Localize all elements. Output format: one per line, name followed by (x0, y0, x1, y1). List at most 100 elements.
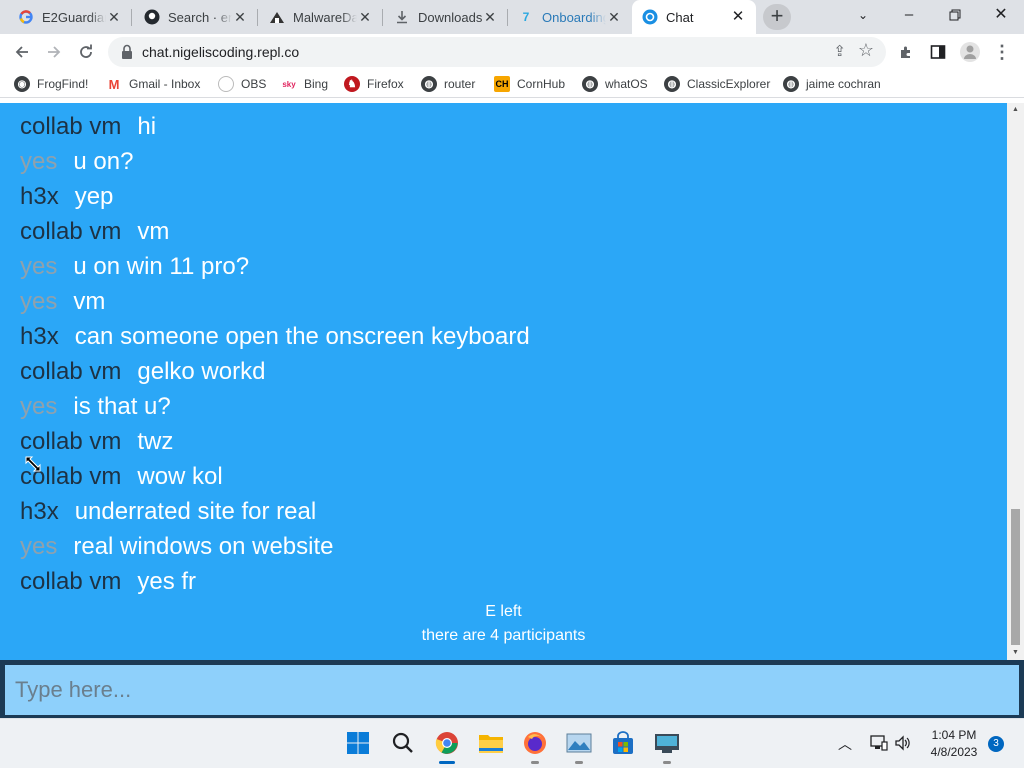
remote-desktop-icon[interactable] (652, 728, 682, 764)
chrome-icon[interactable] (432, 728, 462, 764)
message-text: vm (137, 218, 170, 245)
page-scrollbar[interactable]: ▲ ▼ (1007, 103, 1024, 660)
close-icon[interactable]: ✕ (730, 9, 746, 25)
firefox-icon[interactable] (520, 728, 550, 764)
forward-icon[interactable] (40, 38, 68, 66)
chat-message: h3x yep (20, 179, 113, 214)
file-explorer-icon[interactable] (476, 728, 506, 758)
message-text: vm (73, 288, 106, 315)
star-icon[interactable]: ☆ (858, 40, 874, 61)
tab-title: MalwareDa (293, 9, 357, 25)
restore-icon[interactable] (932, 0, 978, 32)
scroll-up-icon[interactable]: ▲ (1007, 103, 1024, 117)
tab-strip: E2Guardian ✕ Search · enc ✕ MalwareDa ✕ … (0, 0, 1024, 34)
message-username: yes (20, 533, 58, 560)
close-icon[interactable]: ✕ (232, 9, 248, 25)
close-window-icon[interactable]: ✕ (978, 0, 1024, 32)
new-tab-button[interactable]: + (763, 4, 791, 30)
message-username: h3x (20, 498, 59, 525)
menu-icon[interactable]: ⋮ (988, 38, 1016, 66)
message-text: u on win 11 pro? (73, 253, 250, 280)
bookmark-obs[interactable]: OBS (218, 75, 266, 93)
tab-title: Downloads (418, 9, 483, 25)
message-username: collab vm (20, 113, 122, 140)
bookmark-label: FrogFind! (37, 77, 89, 91)
bookmark-frogfind[interactable]: ◉ FrogFind! (14, 75, 88, 93)
message-text: yep (74, 183, 114, 210)
profile-avatar[interactable] (956, 38, 984, 66)
chat-icon (642, 9, 658, 25)
bookmark-label: router (444, 77, 476, 91)
bookmark-classicexplorer[interactable]: ◍ ClassicExplorer (664, 75, 770, 93)
bookmark-bing[interactable]: sky Bing (281, 75, 328, 93)
chevron-up-icon[interactable]: ︿ (838, 734, 852, 754)
message-username: yes (20, 288, 58, 315)
tab-e2guardian[interactable]: E2Guardian ✕ (8, 0, 132, 34)
active-indicator (439, 761, 455, 764)
bookmark-jaime-cochran[interactable]: ◍ jaime cochran (783, 75, 881, 93)
system-clock[interactable]: 1:04 PM 4/8/2023 (916, 727, 992, 761)
tab-chat[interactable]: Chat ✕ (632, 0, 756, 34)
message-username: h3x (20, 323, 59, 350)
message-text: gelko workd (137, 358, 266, 385)
close-icon[interactable]: ✕ (106, 9, 122, 25)
minimize-icon[interactable]: – (886, 0, 932, 32)
github-icon (144, 9, 160, 25)
search-icon[interactable] (388, 728, 418, 758)
message-text: wow kol (137, 463, 223, 490)
system-message: E left (485, 603, 522, 620)
scroll-down-icon[interactable]: ▼ (1007, 646, 1024, 660)
chat-message: collab vm wow kol (20, 459, 223, 494)
chat-message: collab vm twz (20, 424, 173, 459)
volume-icon[interactable] (894, 735, 912, 756)
tab-title: Search · enc (168, 9, 232, 25)
share-icon[interactable]: ⇪ (833, 42, 846, 60)
bookmark-gmail[interactable]: M Gmail - Inbox (106, 75, 200, 93)
bookmark-router[interactable]: ◍ router (421, 75, 475, 93)
bookmark-label: Bing (304, 77, 329, 91)
close-icon[interactable]: ✕ (482, 9, 498, 25)
back-icon[interactable] (8, 38, 36, 66)
windows-taskbar: ︿ 1:04 PM 4/8/2023 (0, 718, 1024, 768)
reload-icon[interactable] (72, 38, 100, 66)
start-icon[interactable] (343, 728, 373, 758)
bookmark-whatos[interactable]: ◍ whatOS (582, 75, 648, 93)
close-icon[interactable]: ✕ (357, 9, 373, 25)
gmail-icon: M (106, 76, 122, 92)
side-panel-icon[interactable] (924, 38, 952, 66)
close-icon[interactable]: ✕ (606, 9, 622, 25)
tab-separator (382, 9, 383, 26)
chat-message: collab vm vm (20, 214, 169, 249)
chat-message-input[interactable] (5, 665, 1019, 715)
tab-downloads[interactable]: Downloads ✕ (384, 0, 508, 34)
chat-message: collab vm yes fr (20, 564, 196, 599)
bookmark-label: jaime cochran (806, 77, 881, 91)
lock-icon[interactable] (120, 44, 134, 60)
bookmark-firefox[interactable]: ♞ Firefox (344, 75, 404, 93)
message-username: yes (20, 148, 58, 175)
tab-onboarding[interactable]: 7 Onboarding ✕ (508, 0, 632, 34)
onboarding-icon: 7 (522, 10, 530, 24)
message-username: collab vm (20, 218, 122, 245)
bookmark-label: whatOS (605, 77, 648, 91)
chat-message: yes u on win 11 pro? (20, 249, 249, 284)
tab-malwaredatabase[interactable]: MalwareDa ✕ (259, 0, 383, 34)
extensions-icon[interactable] (892, 38, 920, 66)
chat-message: yes vm (20, 284, 105, 319)
globe-icon: ◍ (421, 76, 437, 92)
message-username: yes (20, 253, 58, 280)
chat-message: yes real windows on website (20, 529, 334, 564)
notification-badge[interactable]: 3 (988, 736, 1004, 752)
photos-icon[interactable] (564, 728, 594, 764)
clock-date: 4/8/2023 (930, 745, 978, 759)
globe-icon: ◍ (582, 76, 598, 92)
store-icon[interactable] (608, 728, 638, 758)
bookmark-cornhub[interactable]: CH CornHub (494, 75, 565, 93)
tab-search-icon[interactable]: ⌄ (840, 0, 886, 32)
scroll-thumb[interactable] (1011, 509, 1020, 645)
tab-github-search[interactable]: Search · enc ✕ (134, 0, 258, 34)
address-bar[interactable]: chat.nigeliscoding.repl.co ⇪ ☆ (108, 37, 886, 67)
tab-separator (131, 9, 132, 26)
message-username: yes (20, 393, 58, 420)
network-icon[interactable] (870, 735, 888, 756)
